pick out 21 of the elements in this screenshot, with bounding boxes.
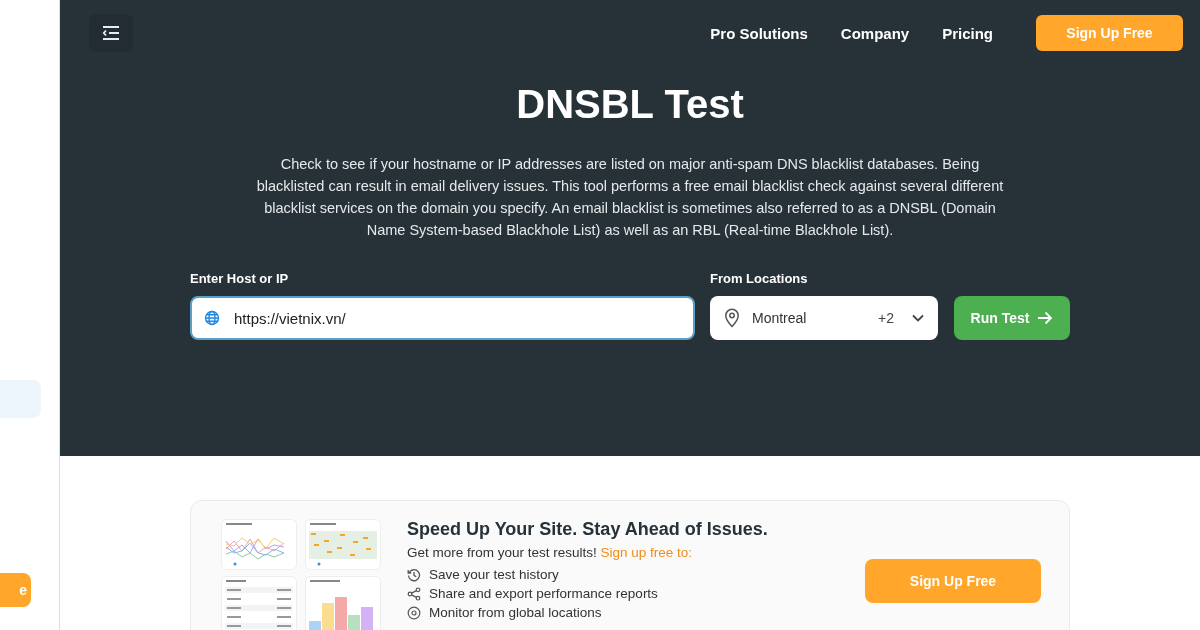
menu-icon	[102, 25, 120, 41]
page-title: DNSBL Test	[516, 82, 744, 127]
share-icon	[407, 586, 421, 601]
promo-title: Speed Up Your Site. Stay Ahead of Issues.	[407, 519, 769, 540]
nav-link[interactable]: Pro Solutions	[710, 24, 808, 42]
feature-text: Monitor from global locations	[429, 605, 602, 620]
feature-text: Save your test history	[429, 567, 559, 582]
arrow-right-icon	[1037, 311, 1054, 325]
feature-text: Share and export performance reports	[429, 586, 658, 601]
nav-link[interactable]: Company	[840, 24, 910, 42]
promo-subtitle: Get more from your test results! Sign up free to:	[407, 545, 694, 560]
history-icon	[407, 567, 421, 582]
menu-button[interactable]	[89, 14, 133, 52]
location-dropdown[interactable]: Montreal +2	[710, 296, 938, 340]
locations-label: From Locations	[710, 271, 809, 286]
map-pin-icon	[724, 308, 740, 328]
nav-link[interactable]: Pricing	[942, 24, 993, 42]
host-input-field[interactable]: https://vietnix.vn/	[190, 296, 695, 340]
description-text: Check to see if your hostname or IP addresses are listed on major anti-spam DNS blacklist databases. Being blacklisted can result in email delivery issues. This tool performs a free email blacklist check against several different blacklist services on the domain you specify. An email blacklist is sometimes also referred to as a DNSBL (Domain Name System-based Blackhole List) as well as an RBL (Real-time Blackhole List).	[255, 155, 1005, 240]
host-label: Enter Host or IP	[190, 271, 290, 286]
chevron-down-icon	[912, 314, 924, 322]
